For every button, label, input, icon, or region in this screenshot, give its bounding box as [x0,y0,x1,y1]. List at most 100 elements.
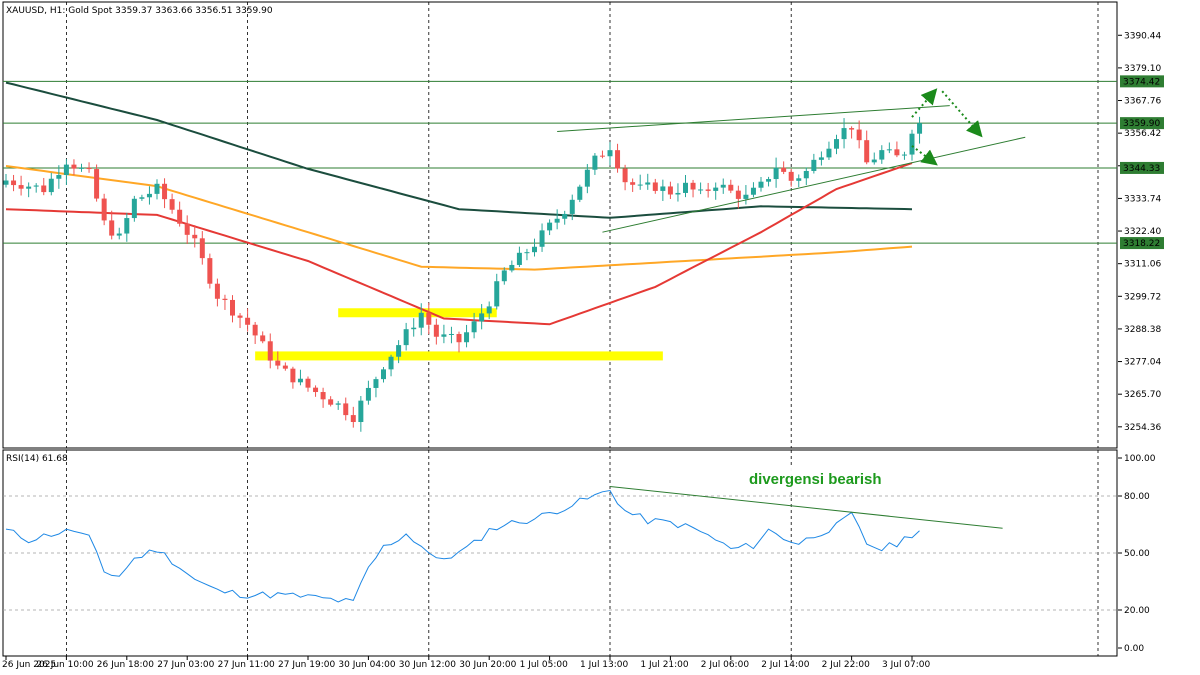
candle-bullish [773,167,779,180]
time-tick-label: 1 Jul 21:00 [640,660,689,670]
candle-bearish [267,341,273,361]
candle-bullish [441,334,447,337]
candle-bullish [33,185,39,187]
candle-bullish [335,403,341,405]
price-tick-label: 3288.38 [1124,325,1161,335]
price-tag-label: 3344.33 [1123,164,1160,174]
candle-bullish [464,332,470,343]
candle-bearish [192,234,198,239]
rsi-tick-label: 50.00 [1124,549,1150,559]
price-tick-label: 3299.72 [1124,292,1161,302]
candle-bearish [690,182,696,190]
candle-bullish [645,182,651,185]
time-tick-label: 2 Jul 22:00 [822,660,871,670]
trading-chart[interactable]: 3390.443379.103367.763356.423345.083333.… [0,0,1200,675]
candle-bullish [675,192,681,195]
candle-bullish [834,139,839,149]
candle-bullish [720,184,726,188]
candle-bearish [433,324,439,337]
candle-bullish [758,181,764,188]
time-tick-label: 27 Jun 19:00 [278,660,335,670]
candle-bearish [350,415,356,423]
candle-bullish [743,194,749,199]
candle-bullish [584,169,590,187]
candle-bearish [252,324,258,336]
candle-bullish [297,378,303,383]
candle-bullish [48,178,54,193]
price-tick-label: 3390.44 [1124,31,1161,41]
candle-bearish [705,189,711,191]
time-tick-label: 30 Jun 12:00 [399,660,456,670]
candle-bullish [3,180,9,185]
candle-bearish [245,317,251,325]
candle-bullish [509,264,515,271]
candle-bullish [116,233,122,236]
rsi-panel-frame [2,449,1118,657]
candle-bullish [660,186,666,191]
candle-bullish [373,379,379,388]
time-tick-label: 27 Jun 03:00 [157,660,214,670]
candle-bullish [713,187,719,191]
support-zone [338,308,497,318]
candle-bearish [615,150,621,169]
candle-bearish [864,140,870,163]
candle-bearish [41,185,47,193]
candle-bullish [146,193,152,198]
candle-bullish [471,321,477,333]
candle-bullish [63,164,69,176]
price-tick-label: 3356.42 [1124,129,1161,139]
annotation-badge: divergensi bearish [745,468,897,490]
candle-bullish [909,133,915,155]
candle-bearish [109,220,115,236]
candle-bullish [871,159,877,163]
candle-bullish [56,175,62,179]
time-tick-label: 2 Jul 14:00 [761,660,810,670]
price-tag-label: 3318.22 [1123,239,1160,249]
candle-bearish [426,312,432,325]
candle-bearish [230,299,235,316]
time-tick-label: 26 Jun 18:00 [97,660,154,670]
candle-bearish [11,180,17,186]
candle-bearish [207,258,213,284]
candle-bearish [667,186,673,195]
price-tick-label: 3333.74 [1124,194,1161,204]
candle-bearish [849,128,855,130]
candle-bullish [388,356,394,370]
price-tick-label: 3254.36 [1124,423,1161,433]
time-tick-label: 2 Jul 06:00 [701,660,750,670]
candle-bullish [403,329,409,346]
candle-bullish [577,186,583,200]
candle-bullish [879,150,885,160]
candle-bearish [18,185,24,189]
candle-bullish [26,186,32,189]
candle-bearish [788,171,794,181]
time-tick-label: 3 Jul 07:00 [882,660,931,670]
price-panel-frame [2,1,1118,449]
rsi-panel[interactable]: 100.00 80.00 50.00 20.00 0.00 [2,449,1156,657]
time-tick-label: 26 Jun 10:00 [36,660,93,670]
candle-bullish [750,187,756,195]
candle-bearish [328,399,334,405]
candle-bullish [381,369,386,380]
candle-bearish [169,199,175,210]
candle-bullish [418,312,424,328]
candle-bearish [94,169,100,199]
candle-bullish [154,183,160,194]
candle-bullish [607,150,613,157]
candle-bearish [781,167,787,172]
candle-bearish [622,168,628,183]
candle-bearish [735,190,741,199]
price-panel[interactable]: 3390.443379.103367.763356.423345.083333.… [2,1,1164,449]
candle-bearish [214,283,220,299]
candle-bullish [683,182,688,193]
candle-bearish [101,198,107,221]
candle-bullish [796,178,802,181]
time-tick-label: 30 Jun 04:00 [338,660,395,670]
candle-bullish [516,252,522,265]
candle-bullish [569,199,575,214]
candle-bullish [539,230,545,247]
candle-bullish [698,189,704,191]
candle-bullish [554,218,560,223]
candle-bullish [826,148,832,158]
candle-bullish [811,159,817,171]
